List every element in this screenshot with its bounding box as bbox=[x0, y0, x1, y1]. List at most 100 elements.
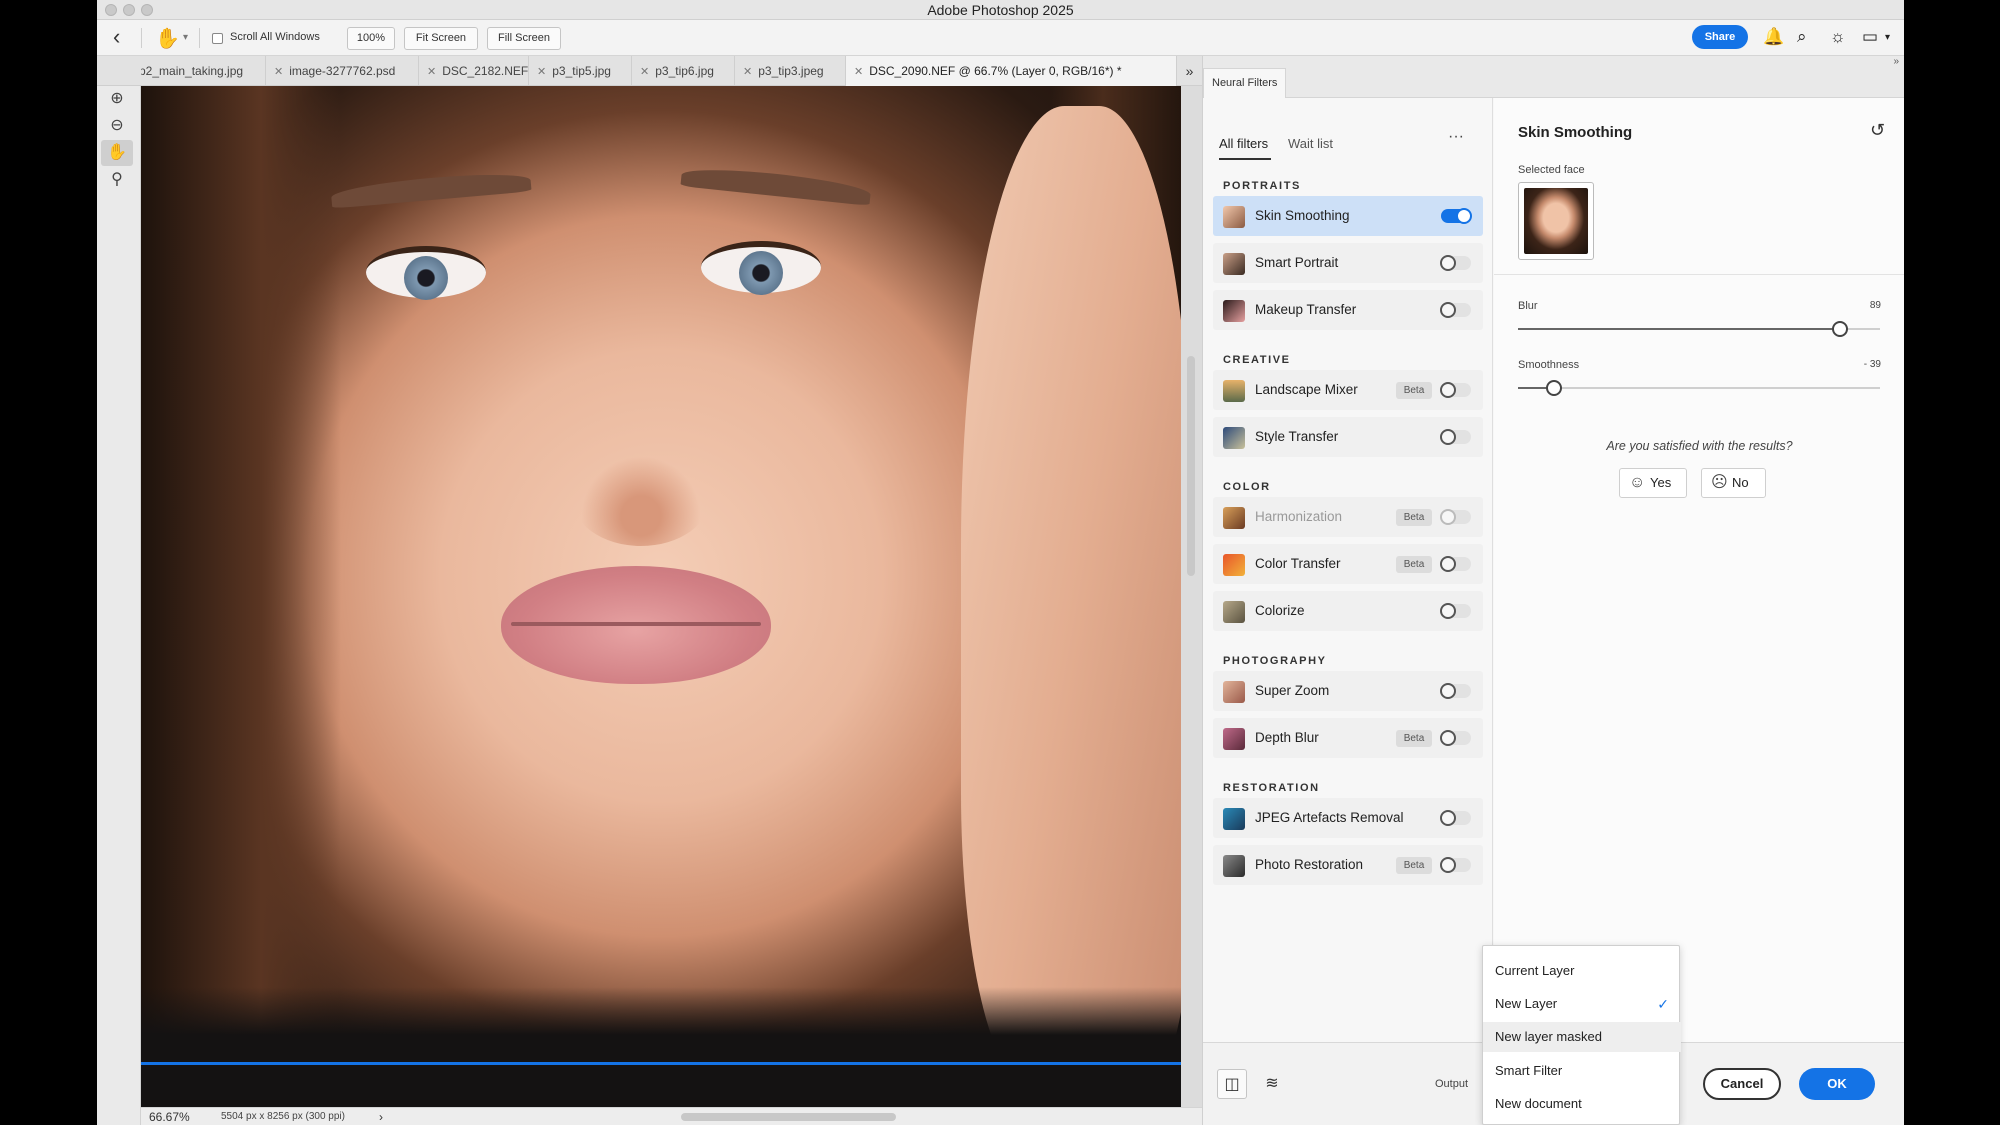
doc-tab[interactable]: ✕ DSC_2182.NEF bbox=[419, 56, 529, 86]
doc-tab[interactable]: ✕ p3_tip3.jpeg bbox=[735, 56, 846, 86]
chevron-down-icon[interactable]: ▾ bbox=[183, 32, 188, 43]
scroll-all-windows-checkbox[interactable] bbox=[212, 33, 223, 44]
layers-icon[interactable]: ≋ bbox=[1257, 1069, 1287, 1099]
tab-wait-list[interactable]: Wait list bbox=[1288, 136, 1333, 151]
toggle-switch[interactable] bbox=[1441, 208, 1472, 224]
selected-face-thumbnail[interactable] bbox=[1518, 182, 1594, 260]
smoothness-value[interactable]: - 39 bbox=[1864, 359, 1881, 370]
tab-neural-filters[interactable]: Neural Filters bbox=[1203, 68, 1287, 98]
workspace-icon[interactable]: ▭ bbox=[1862, 27, 1878, 47]
doc-tab[interactable]: ✕ p3_tip6.jpg bbox=[632, 56, 735, 86]
slider-knob[interactable] bbox=[1832, 321, 1848, 337]
filter-harmonization[interactable]: Harmonization Beta bbox=[1213, 497, 1483, 537]
toggle-switch[interactable] bbox=[1440, 810, 1471, 826]
colorize-icon bbox=[1223, 601, 1245, 623]
filter-style-transfer[interactable]: Style Transfer bbox=[1213, 417, 1483, 457]
close-icon[interactable]: ✕ bbox=[640, 66, 649, 78]
filter-photo-restoration[interactable]: Photo Restoration Beta bbox=[1213, 845, 1483, 885]
menu-item-new-layer-masked[interactable]: New layer masked bbox=[1483, 1022, 1681, 1052]
close-icon[interactable]: ✕ bbox=[427, 66, 436, 78]
filter-depth-blur[interactable]: Depth Blur Beta bbox=[1213, 718, 1483, 758]
zoom-tool-icon[interactable]: ⚲ bbox=[101, 167, 133, 193]
doc-tab[interactable]: ✕ p3_tip5.jpg bbox=[529, 56, 632, 86]
vertical-scrollbar[interactable] bbox=[1187, 356, 1195, 576]
preview-toggle-icon[interactable]: ◫ bbox=[1217, 1069, 1247, 1099]
toggle-switch[interactable] bbox=[1440, 683, 1471, 699]
tab-label: p2_main_taking.jpg bbox=[141, 64, 244, 78]
lightbulb-icon[interactable]: ☼ bbox=[1830, 27, 1846, 47]
options-bar: ‹ ✋ ▾ Scroll All Windows 100% Fit Screen… bbox=[97, 20, 1904, 56]
back-chevron-icon[interactable]: ‹ bbox=[113, 26, 120, 48]
toggle-switch[interactable] bbox=[1440, 509, 1471, 525]
zoom-100-button[interactable]: 100% bbox=[347, 27, 395, 50]
filter-smart-portrait[interactable]: Smart Portrait bbox=[1213, 243, 1483, 283]
toggle-switch[interactable] bbox=[1440, 556, 1471, 572]
slider-knob[interactable] bbox=[1546, 380, 1562, 396]
document-canvas[interactable] bbox=[141, 86, 1202, 1107]
jpeg-artefacts-icon bbox=[1223, 808, 1245, 830]
filter-jpeg-artefacts-removal[interactable]: JPEG Artefacts Removal bbox=[1213, 798, 1483, 838]
smoothness-slider[interactable] bbox=[1518, 380, 1880, 396]
ok-button[interactable]: OK bbox=[1799, 1068, 1875, 1100]
close-icon[interactable]: ✕ bbox=[274, 66, 283, 78]
hair-left bbox=[141, 86, 341, 1107]
blur-value[interactable]: 89 bbox=[1870, 300, 1881, 311]
collapse-icon[interactable]: » bbox=[1893, 56, 1899, 67]
filter-landscape-mixer[interactable]: Landscape Mixer Beta bbox=[1213, 370, 1483, 410]
menu-item-new-layer[interactable]: New Layer ✓ bbox=[1483, 989, 1681, 1019]
blur-slider[interactable] bbox=[1518, 321, 1880, 337]
tab-all-filters[interactable]: All filters bbox=[1219, 136, 1268, 151]
yes-button[interactable]: ☺ Yes bbox=[1619, 468, 1687, 498]
toggle-switch[interactable] bbox=[1440, 429, 1471, 445]
close-icon[interactable]: ✕ bbox=[537, 66, 546, 78]
filter-label: Landscape Mixer bbox=[1255, 382, 1358, 397]
chevron-right-icon[interactable]: › bbox=[379, 1110, 383, 1124]
hand-tool-icon[interactable]: ✋ bbox=[101, 140, 133, 166]
chevron-down-icon[interactable]: ▾ bbox=[1885, 32, 1890, 43]
iris bbox=[739, 251, 783, 295]
menu-item-current-layer[interactable]: Current Layer bbox=[1483, 956, 1681, 986]
toggle-switch[interactable] bbox=[1440, 255, 1471, 271]
section-portraits: PORTRAITS bbox=[1223, 180, 1301, 192]
more-tabs-icon[interactable]: » bbox=[1177, 56, 1202, 86]
bell-icon[interactable]: 🔔 bbox=[1763, 27, 1784, 47]
toggle-switch[interactable] bbox=[1440, 730, 1471, 746]
reset-icon[interactable]: ↺ bbox=[1870, 120, 1885, 141]
close-icon[interactable]: ✕ bbox=[854, 66, 863, 78]
eye-left bbox=[366, 246, 486, 300]
filter-skin-smoothing[interactable]: Skin Smoothing bbox=[1213, 196, 1483, 236]
filter-colorize[interactable]: Colorize bbox=[1213, 591, 1483, 631]
doc-tab[interactable]: p2_main_taking.jpg bbox=[141, 56, 266, 86]
doc-tab[interactable]: ✕ image-3277762.psd bbox=[266, 56, 419, 86]
doc-tab-active[interactable]: ✕ DSC_2090.NEF @ 66.7% (Layer 0, RGB/16*)… bbox=[846, 56, 1177, 86]
hand-tool-icon[interactable]: ✋ bbox=[155, 26, 180, 51]
menu-item-smart-filter[interactable]: Smart Filter bbox=[1483, 1056, 1681, 1086]
filter-makeup-transfer[interactable]: Makeup Transfer bbox=[1213, 290, 1483, 330]
panel-header: » Neural Filters bbox=[1203, 56, 1904, 98]
fill-screen-button[interactable]: Fill Screen bbox=[487, 27, 561, 50]
frown-icon: ☹ bbox=[1711, 474, 1728, 491]
more-options-icon[interactable]: ··· bbox=[1448, 128, 1464, 146]
toggle-switch[interactable] bbox=[1440, 603, 1471, 619]
zoom-level[interactable]: 66.67% bbox=[149, 1110, 190, 1124]
fit-screen-button[interactable]: Fit Screen bbox=[404, 27, 478, 50]
toggle-switch[interactable] bbox=[1440, 302, 1471, 318]
zoom-out-icon[interactable]: ⊖ bbox=[101, 113, 133, 139]
menu-item-new-document[interactable]: New document bbox=[1483, 1089, 1681, 1119]
share-button[interactable]: Share bbox=[1692, 25, 1748, 49]
no-button[interactable]: ☹ No bbox=[1701, 468, 1766, 498]
search-icon[interactable]: ⌕ bbox=[1797, 27, 1807, 47]
scroll-all-windows-label: Scroll All Windows bbox=[230, 31, 320, 43]
zoom-in-icon[interactable]: ⊕ bbox=[101, 86, 133, 112]
horizontal-scrollbar[interactable] bbox=[681, 1113, 896, 1121]
filter-color-transfer[interactable]: Color Transfer Beta bbox=[1213, 544, 1483, 584]
menu-item-label: New document bbox=[1495, 1096, 1582, 1111]
close-icon[interactable]: ✕ bbox=[743, 66, 752, 78]
cancel-button[interactable]: Cancel bbox=[1703, 1068, 1781, 1100]
section-creative: CREATIVE bbox=[1223, 354, 1291, 366]
toggle-switch[interactable] bbox=[1440, 382, 1471, 398]
lip-line bbox=[511, 622, 761, 626]
toggle-switch[interactable] bbox=[1440, 857, 1471, 873]
menu-item-label: New Layer bbox=[1495, 996, 1558, 1011]
filter-super-zoom[interactable]: Super Zoom bbox=[1213, 671, 1483, 711]
